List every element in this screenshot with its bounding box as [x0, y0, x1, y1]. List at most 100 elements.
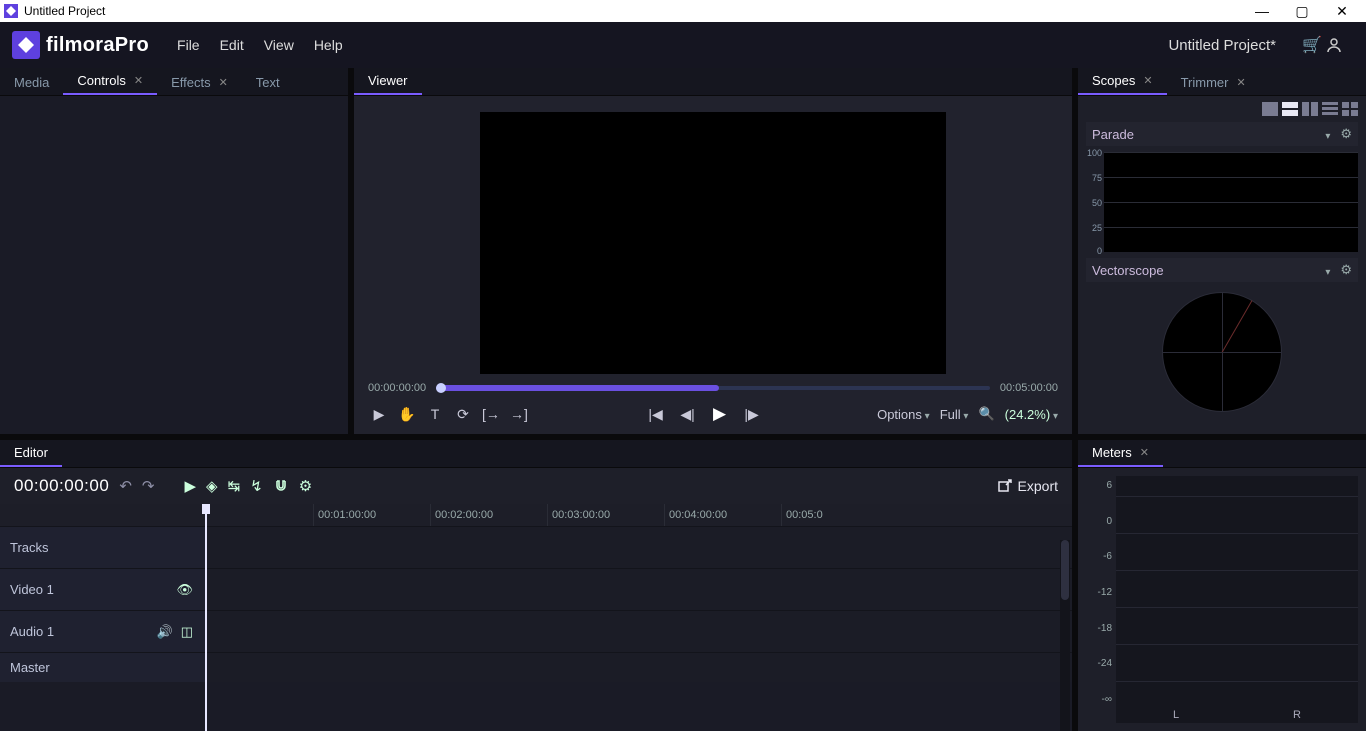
tab-editor-label: Editor — [14, 445, 48, 460]
snap-icon[interactable] — [273, 478, 289, 494]
tab-effects-label: Effects — [171, 75, 211, 90]
tab-meters[interactable]: Meters✕ — [1078, 440, 1163, 467]
parade-dropdown[interactable] — [1325, 127, 1330, 142]
slice-tool-icon[interactable]: ◈ — [206, 477, 218, 495]
mark-out-icon[interactable]: →] — [508, 406, 530, 422]
gear-icon[interactable]: ⚙ — [1340, 126, 1352, 142]
slip-tool-icon[interactable]: ↹ — [228, 477, 241, 495]
layout-single-icon[interactable] — [1262, 102, 1278, 116]
vectorscope-header: Vectorscope ⚙ — [1086, 258, 1358, 282]
meter-tick: -∞ — [1102, 694, 1112, 705]
step-fwd-icon[interactable]: |▶ — [741, 406, 763, 423]
options-dropdown[interactable]: Options — [877, 407, 930, 422]
gear-icon[interactable]: ⚙ — [1340, 262, 1352, 278]
meter-tick: -24 — [1098, 658, 1112, 669]
editor-tabs: Editor — [0, 440, 1072, 468]
tab-viewer-label: Viewer — [368, 73, 408, 88]
meter-tick: 6 — [1106, 480, 1112, 491]
playhead[interactable] — [205, 504, 207, 731]
viewer-tc-left: 00:00:00:00 — [368, 382, 426, 394]
layout-rows-icon[interactable] — [1282, 102, 1298, 116]
export-button[interactable]: Export — [998, 478, 1058, 494]
rate-tool-icon[interactable]: ↯ — [250, 477, 263, 495]
loop-icon[interactable]: ⟳ — [452, 406, 474, 423]
menu-view[interactable]: View — [254, 31, 304, 59]
step-back-icon[interactable]: ◀| — [677, 406, 699, 423]
meter-tick: -12 — [1098, 587, 1112, 598]
tab-media[interactable]: Media — [0, 69, 63, 95]
tab-text[interactable]: Text — [242, 69, 294, 95]
mark-in-icon[interactable]: [→ — [480, 406, 502, 422]
track-label: Video 1 — [10, 582, 54, 597]
close-icon[interactable]: ✕ — [1140, 446, 1149, 459]
timeline-scrollbar[interactable] — [1060, 540, 1070, 731]
eye-icon[interactable]: 👁 — [176, 582, 193, 598]
os-titlebar: Untitled Project — ▢ ✕ — [0, 0, 1366, 22]
brand-text: filmoraPro — [46, 34, 149, 57]
resolution-dropdown[interactable]: Full — [940, 407, 969, 422]
layout-cols-icon[interactable] — [1302, 102, 1318, 116]
goto-start-icon[interactable]: |◀ — [645, 406, 667, 423]
layout-grid-icon[interactable] — [1342, 102, 1358, 116]
seek-thumb[interactable] — [436, 383, 446, 393]
tab-controls[interactable]: Controls ✕ — [63, 68, 157, 95]
zoom-percent[interactable]: (24.2%) — [1005, 407, 1058, 422]
hand-icon[interactable]: ✋ — [396, 406, 418, 423]
tab-text-label: Text — [256, 75, 280, 90]
brand-icon — [12, 31, 40, 59]
track-row[interactable]: Audio 1 🔊 ◫ — [0, 610, 1072, 652]
vectorscope-dropdown[interactable] — [1325, 263, 1330, 278]
seek-track[interactable] — [436, 386, 990, 390]
scope-layout-icons — [1086, 102, 1358, 116]
brand-text-b: Pro — [115, 34, 149, 56]
track-row[interactable]: Video 1 👁 — [0, 568, 1072, 610]
tab-controls-label: Controls — [77, 73, 125, 88]
tab-editor[interactable]: Editor — [0, 440, 62, 467]
gear-icon[interactable]: ⚙ — [299, 477, 312, 495]
text-tool-icon[interactable]: T — [424, 406, 446, 422]
close-icon[interactable]: ✕ — [134, 74, 143, 87]
parade-tick: 0 — [1084, 246, 1102, 256]
viewer-seek-row: 00:00:00:00 00:05:00:00 — [368, 382, 1058, 394]
close-icon[interactable]: ✕ — [1237, 76, 1246, 89]
zoom-icon[interactable]: 🔍 — [978, 406, 994, 422]
tab-scopes[interactable]: Scopes✕ — [1078, 68, 1167, 95]
track-label: Master — [10, 660, 50, 675]
minimize-button[interactable]: — — [1242, 3, 1282, 19]
select-tool-icon[interactable]: ▶ — [184, 477, 196, 495]
timeline-ruler[interactable]: 00:01:00:00 00:02:00:00 00:03:00:00 00:0… — [0, 504, 1072, 526]
track-row[interactable]: Master — [0, 652, 1072, 682]
tab-viewer[interactable]: Viewer — [354, 68, 422, 95]
track-lane[interactable] — [205, 611, 1072, 652]
tab-trimmer[interactable]: Trimmer✕ — [1167, 69, 1260, 95]
layout-list-icon[interactable] — [1322, 102, 1338, 116]
waveform-icon[interactable]: ◫ — [181, 624, 193, 640]
user-icon[interactable] — [1326, 37, 1354, 53]
track-lane[interactable] — [205, 653, 1072, 682]
play-in-icon[interactable]: ▶ — [368, 406, 390, 423]
ruler-tick: 00:01:00:00 — [313, 504, 376, 526]
redo-icon[interactable]: ↷ — [142, 477, 155, 495]
menu-help[interactable]: Help — [304, 31, 353, 59]
speaker-icon[interactable]: 🔊 — [157, 624, 173, 640]
undo-icon[interactable]: ↶ — [119, 477, 132, 495]
close-icon[interactable]: ✕ — [219, 76, 228, 89]
menu-file[interactable]: File — [167, 31, 210, 59]
track-audio1: Audio 1 🔊 ◫ — [0, 611, 205, 652]
close-button[interactable]: ✕ — [1322, 3, 1362, 20]
maximize-button[interactable]: ▢ — [1282, 3, 1322, 20]
close-icon[interactable]: ✕ — [1143, 74, 1152, 87]
menu-edit[interactable]: Edit — [210, 31, 254, 59]
vectorscope-chart — [1162, 292, 1282, 412]
viewer-tc-right: 00:05:00:00 — [1000, 382, 1058, 394]
timeline[interactable]: 00:01:00:00 00:02:00:00 00:03:00:00 00:0… — [0, 504, 1072, 731]
meter-tick: 0 — [1106, 516, 1112, 527]
play-icon[interactable]: ▶ — [709, 404, 731, 424]
tab-effects[interactable]: Effects ✕ — [157, 69, 242, 95]
video-canvas[interactable] — [480, 112, 946, 374]
editor-timecode[interactable]: 00:00:00:00 — [14, 476, 109, 496]
track-master: Master — [0, 653, 205, 682]
track-lane[interactable] — [205, 569, 1072, 610]
cart-icon[interactable]: 🛒 — [1298, 35, 1326, 55]
ruler-tick: 00:05:0 — [781, 504, 823, 526]
